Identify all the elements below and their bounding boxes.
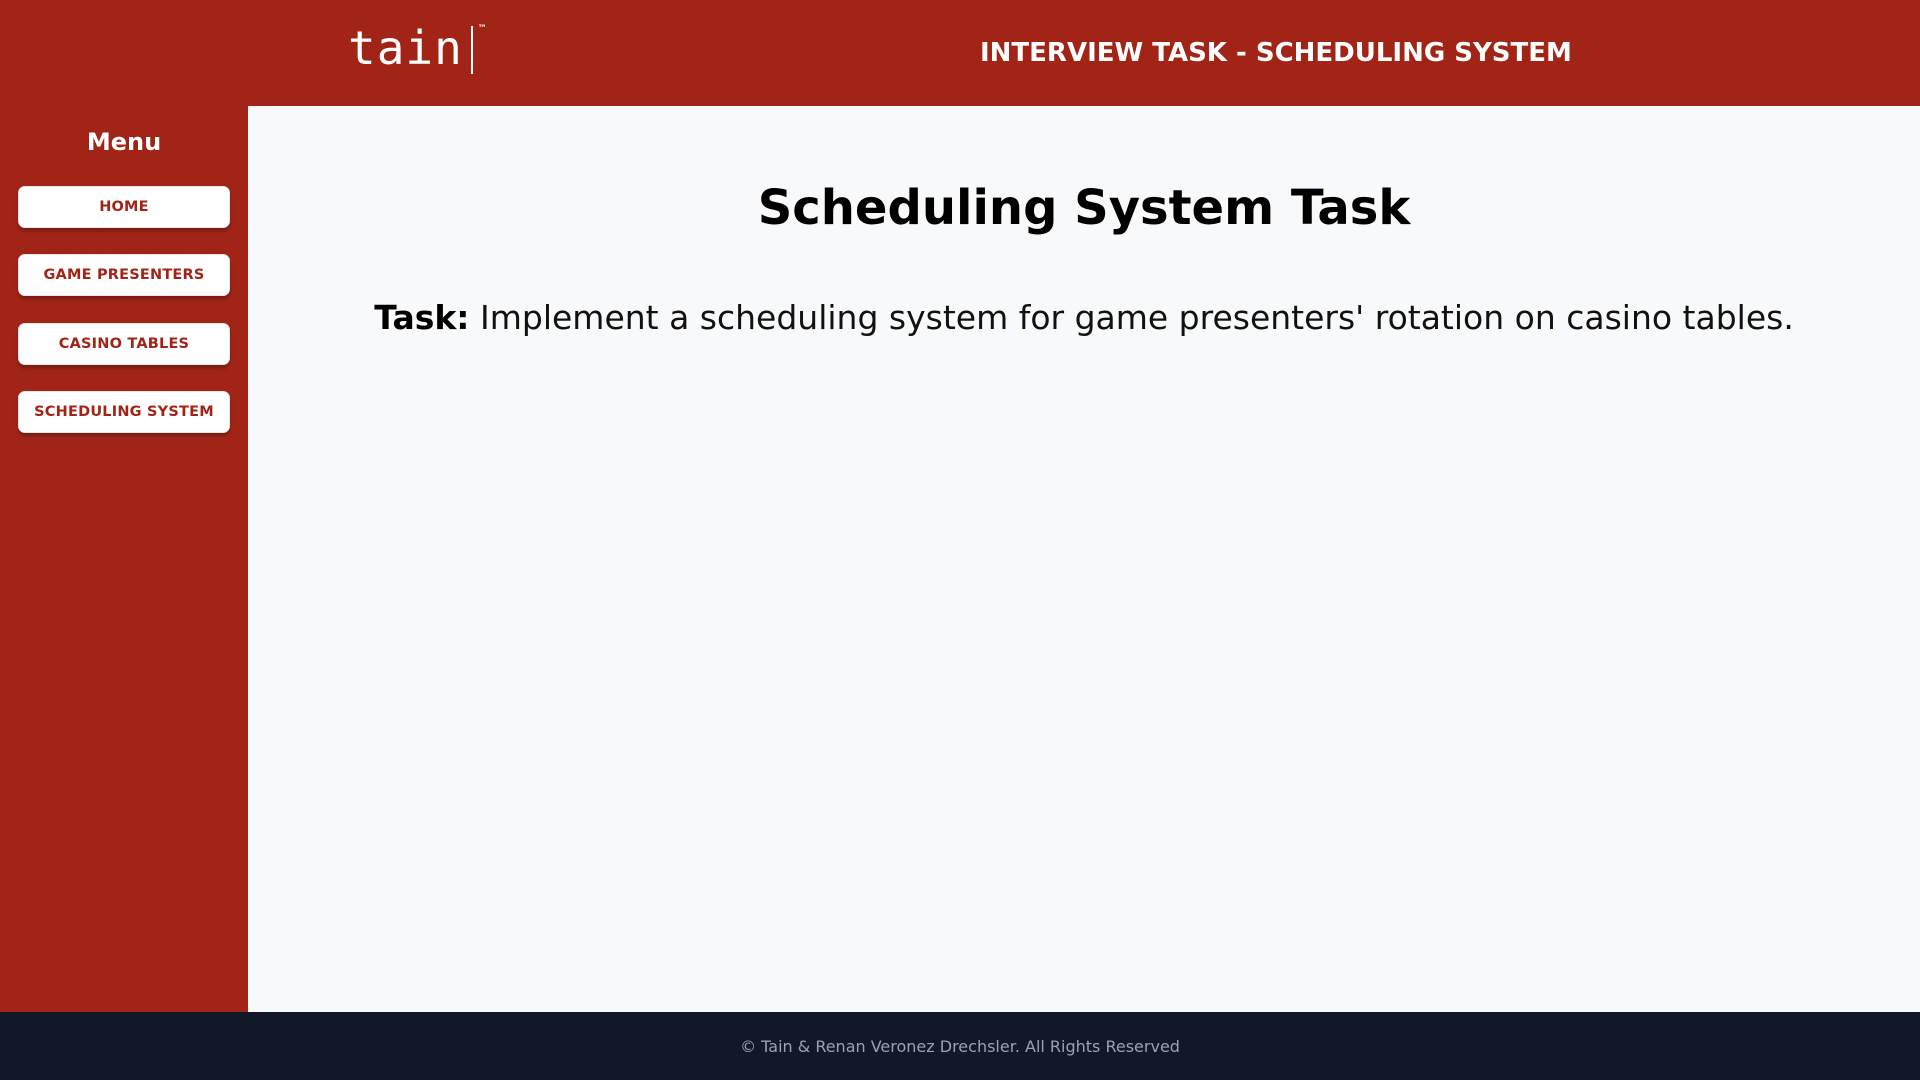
- page-title: Scheduling System Task: [757, 180, 1411, 236]
- logo-trademark: ™: [477, 24, 487, 34]
- task-description: Task: Implement a scheduling system for …: [248, 296, 1920, 340]
- sidebar: Menu HOME GAME PRESENTERS CASINO TABLES …: [0, 106, 248, 1012]
- nav-home-button[interactable]: HOME: [18, 186, 230, 228]
- logo-cursor-bar: [470, 26, 473, 74]
- footer: © Tain & Renan Veronez Drechsler. All Ri…: [0, 1012, 1920, 1080]
- nav-scheduling-system-button[interactable]: SCHEDULING SYSTEM: [18, 391, 230, 433]
- footer-copyright: © Tain & Renan Veronez Drechsler. All Ri…: [740, 1036, 1180, 1056]
- menu-title: Menu: [86, 128, 162, 156]
- task-text: Implement a scheduling system for game p…: [480, 298, 1794, 337]
- logo-text: tain: [348, 21, 463, 75]
- nav-game-presenters-button[interactable]: GAME PRESENTERS: [18, 254, 230, 296]
- header-title: INTERVIEW TASK - SCHEDULING SYSTEM: [980, 38, 1572, 68]
- nav-casino-tables-button[interactable]: CASINO TABLES: [18, 323, 230, 365]
- top-header: tain ™ INTERVIEW TASK - SCHEDULING SYSTE…: [0, 0, 1920, 106]
- main-content: Scheduling System Task Task: Implement a…: [248, 106, 1920, 1012]
- tain-logo[interactable]: tain ™: [348, 20, 487, 76]
- task-label: Task:: [374, 298, 470, 337]
